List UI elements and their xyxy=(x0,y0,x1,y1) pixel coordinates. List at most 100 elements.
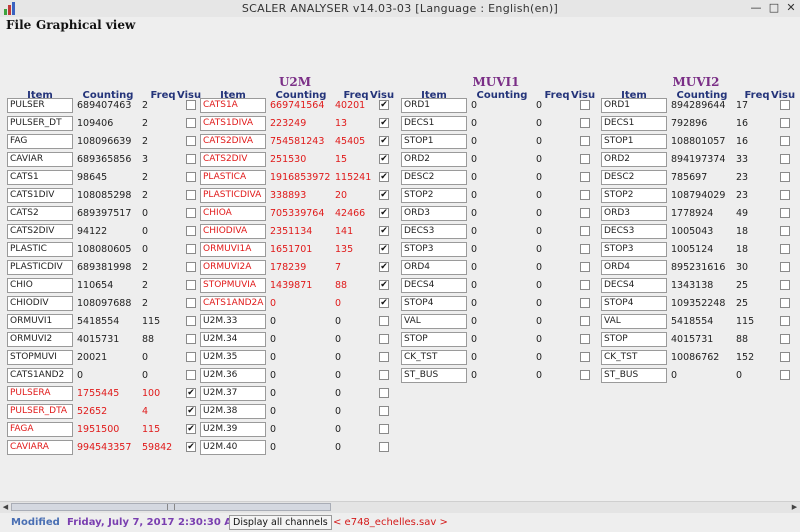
menu-file[interactable]: File xyxy=(6,18,31,32)
visu-checkbox[interactable] xyxy=(780,352,790,362)
visu-checkbox[interactable] xyxy=(580,280,590,290)
item-name-field[interactable]: VAL xyxy=(401,314,467,329)
item-name-field[interactable]: FAG xyxy=(7,134,73,149)
item-name-field[interactable]: ORMUVI2A xyxy=(200,260,266,275)
visu-checkbox[interactable] xyxy=(379,442,389,452)
item-name-field[interactable]: CHIODIV xyxy=(7,296,73,311)
visu-checkbox[interactable] xyxy=(186,316,196,326)
visu-checkbox[interactable] xyxy=(186,118,196,128)
visu-checkbox[interactable] xyxy=(186,280,196,290)
item-name-field[interactable]: ORMUVI2 xyxy=(7,332,73,347)
visu-checkbox[interactable] xyxy=(780,118,790,128)
display-all-channels-button[interactable]: Display all channels xyxy=(229,515,332,530)
visu-checkbox[interactable] xyxy=(780,154,790,164)
item-name-field[interactable]: ORMUVI1A xyxy=(200,242,266,257)
item-name-field[interactable]: STOPMUVI xyxy=(7,350,73,365)
visu-checkbox[interactable] xyxy=(580,316,590,326)
visu-checkbox[interactable] xyxy=(780,208,790,218)
visu-checkbox[interactable] xyxy=(780,100,790,110)
item-name-field[interactable]: CAVIARA xyxy=(7,440,73,455)
scroll-left-icon[interactable]: ◀ xyxy=(0,502,11,513)
maximize-icon[interactable]: □ xyxy=(766,1,782,15)
visu-checkbox[interactable] xyxy=(379,370,389,380)
visu-checkbox[interactable] xyxy=(780,316,790,326)
item-name-field[interactable]: CATS2DIVA xyxy=(200,134,266,149)
visu-checkbox[interactable] xyxy=(379,388,389,398)
scroll-right-icon[interactable]: ▶ xyxy=(789,502,800,513)
visu-checkbox[interactable] xyxy=(580,262,590,272)
visu-checkbox[interactable] xyxy=(780,262,790,272)
visu-checkbox[interactable]: ✔ xyxy=(379,118,389,128)
item-name-field[interactable]: U2M.39 xyxy=(200,422,266,437)
item-name-field[interactable]: U2M.34 xyxy=(200,332,266,347)
visu-checkbox[interactable]: ✔ xyxy=(379,262,389,272)
visu-checkbox[interactable] xyxy=(186,352,196,362)
visu-checkbox[interactable] xyxy=(780,172,790,182)
item-name-field[interactable]: STOP xyxy=(601,332,667,347)
visu-checkbox[interactable] xyxy=(580,136,590,146)
minimize-icon[interactable]: — xyxy=(748,1,764,15)
item-name-field[interactable]: STOP1 xyxy=(401,134,467,149)
item-name-field[interactable]: ST_BUS xyxy=(401,368,467,383)
visu-checkbox[interactable] xyxy=(580,118,590,128)
item-name-field[interactable]: CATS2DIV xyxy=(7,224,73,239)
visu-checkbox[interactable] xyxy=(780,370,790,380)
item-name-field[interactable]: ORD3 xyxy=(401,206,467,221)
visu-checkbox[interactable]: ✔ xyxy=(186,442,196,452)
item-name-field[interactable]: ORD4 xyxy=(601,260,667,275)
item-name-field[interactable]: STOP4 xyxy=(601,296,667,311)
visu-checkbox[interactable] xyxy=(580,298,590,308)
item-name-field[interactable]: CAVIAR xyxy=(7,152,73,167)
item-name-field[interactable]: ORD4 xyxy=(401,260,467,275)
visu-checkbox[interactable] xyxy=(580,172,590,182)
visu-checkbox[interactable] xyxy=(780,298,790,308)
visu-checkbox[interactable] xyxy=(580,208,590,218)
visu-checkbox[interactable]: ✔ xyxy=(379,280,389,290)
item-name-field[interactable]: STOP2 xyxy=(601,188,667,203)
item-name-field[interactable]: ORD1 xyxy=(601,98,667,113)
item-name-field[interactable]: PULSER_DT xyxy=(7,116,73,131)
item-name-field[interactable]: STOP2 xyxy=(401,188,467,203)
visu-checkbox[interactable]: ✔ xyxy=(379,136,389,146)
visu-checkbox[interactable]: ✔ xyxy=(186,424,196,434)
visu-checkbox[interactable] xyxy=(186,100,196,110)
item-name-field[interactable]: STOP1 xyxy=(601,134,667,149)
item-name-field[interactable]: CHIO xyxy=(7,278,73,293)
item-name-field[interactable]: STOPMUVIA xyxy=(200,278,266,293)
visu-checkbox[interactable] xyxy=(580,226,590,236)
item-name-field[interactable]: STOP4 xyxy=(401,296,467,311)
visu-checkbox[interactable] xyxy=(379,316,389,326)
visu-checkbox[interactable] xyxy=(580,334,590,344)
visu-checkbox[interactable]: ✔ xyxy=(379,154,389,164)
visu-checkbox[interactable] xyxy=(379,406,389,416)
item-name-field[interactable]: CATS1DIV xyxy=(7,188,73,203)
visu-checkbox[interactable] xyxy=(186,370,196,380)
item-name-field[interactable]: ORD2 xyxy=(601,152,667,167)
visu-checkbox[interactable] xyxy=(780,190,790,200)
item-name-field[interactable]: ORD1 xyxy=(401,98,467,113)
item-name-field[interactable]: DECS3 xyxy=(601,224,667,239)
item-name-field[interactable]: CATS1A xyxy=(200,98,266,113)
visu-checkbox[interactable] xyxy=(580,352,590,362)
visu-checkbox[interactable]: ✔ xyxy=(379,190,389,200)
visu-checkbox[interactable]: ✔ xyxy=(379,172,389,182)
item-name-field[interactable]: DESC2 xyxy=(401,170,467,185)
item-name-field[interactable]: CHIODIVA xyxy=(200,224,266,239)
item-name-field[interactable]: CATS1AND2 xyxy=(7,368,73,383)
visu-checkbox[interactable]: ✔ xyxy=(379,298,389,308)
horizontal-scrollbar[interactable]: ◀ ▶ xyxy=(0,501,800,513)
close-icon[interactable]: ✕ xyxy=(783,1,799,15)
item-name-field[interactable]: PULSERA xyxy=(7,386,73,401)
scroll-thumb[interactable] xyxy=(11,503,331,511)
item-name-field[interactable]: STOP3 xyxy=(401,242,467,257)
visu-checkbox[interactable]: ✔ xyxy=(379,226,389,236)
visu-checkbox[interactable] xyxy=(379,352,389,362)
item-name-field[interactable]: PULSER_DTA xyxy=(7,404,73,419)
item-name-field[interactable]: PLASTIC xyxy=(7,242,73,257)
item-name-field[interactable]: VAL xyxy=(601,314,667,329)
visu-checkbox[interactable] xyxy=(580,244,590,254)
item-name-field[interactable]: DECS1 xyxy=(401,116,467,131)
visu-checkbox[interactable] xyxy=(580,370,590,380)
item-name-field[interactable]: DECS4 xyxy=(401,278,467,293)
item-name-field[interactable]: U2M.33 xyxy=(200,314,266,329)
